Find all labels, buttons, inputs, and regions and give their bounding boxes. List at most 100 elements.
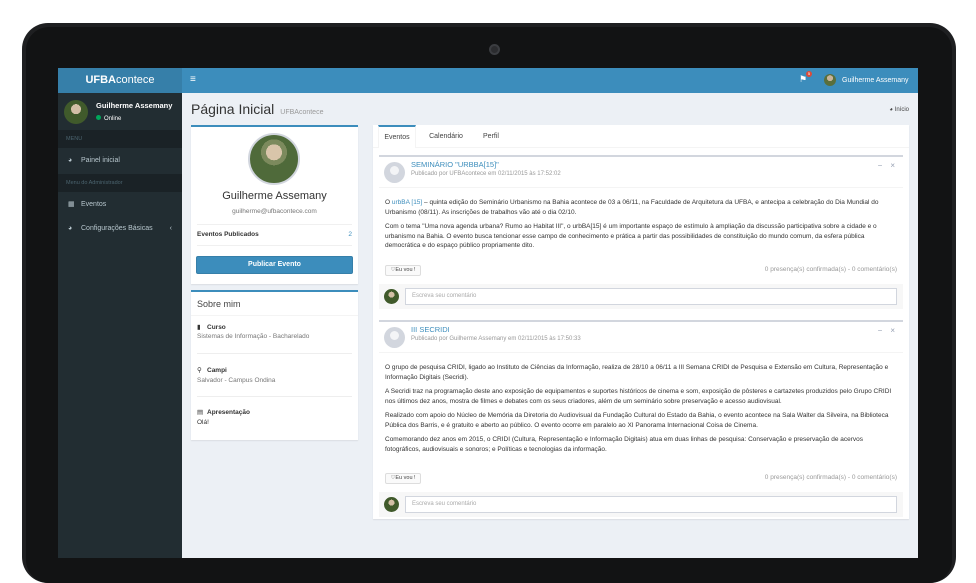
tab-eventos[interactable]: Eventos (378, 125, 416, 148)
comment-area: Escreva seu comentário (379, 284, 903, 309)
going-label: Eu vou ! (395, 475, 416, 481)
dashboard-icon: ◕ (68, 157, 73, 164)
avatar (384, 289, 399, 304)
top-navbar: UFBAcontece ≡ ⚑ 5 Guilherme Assemany (58, 68, 918, 93)
chevron-left-icon: ‹ (169, 225, 172, 232)
tab-calendario[interactable]: Calendário (421, 125, 471, 148)
post-meta: Publicado por UFBAcontece em 02/11/2015 … (411, 171, 561, 177)
about-title: Sobre mim (197, 299, 241, 309)
sidebar-item-label: Painel inicial (81, 157, 120, 164)
online-status: Online (96, 115, 172, 122)
sidebar-item-eventos[interactable]: ▦ Eventos (58, 194, 182, 216)
post-stats: 0 presença(s) confirmada(s) - 0 comentár… (764, 474, 897, 481)
post-paragraph: O urbBA [15] – quinta edição do Seminári… (385, 198, 899, 217)
text: – quinta edição do Seminário Urbanismo n… (385, 199, 879, 216)
publish-event-button[interactable]: Publicar Evento (196, 256, 353, 274)
divider (379, 187, 903, 188)
post-tools: − × (870, 161, 895, 170)
intro-value: Olá! (197, 419, 209, 426)
events-tabs-panel: Eventos Calendário Perfil SEMINÁRIO "URB… (373, 125, 909, 519)
close-icon[interactable]: × (890, 326, 895, 335)
tab-bar: Eventos Calendário Perfil (373, 125, 909, 148)
tab-perfil[interactable]: Perfil (475, 125, 507, 148)
post-paragraph: A Secridi traz na programação deste ano … (385, 388, 892, 405)
book-icon: ▮ (197, 324, 201, 331)
campus-label: ⚲ Campi (197, 366, 227, 374)
post-paragraph: O grupo de pesquisa CRIDI, ligado ao Ins… (385, 364, 889, 381)
profile-name: Guilherme Assemany (222, 190, 327, 202)
going-button[interactable]: ♡Eu vou ! (385, 473, 421, 484)
sidebar-header-menu: MENU (58, 130, 182, 148)
sidebar-item-configuracoes[interactable]: ◕ Configurações Básicas ‹ (58, 218, 182, 240)
logo-bold-text: UFBA (85, 74, 117, 86)
sidebar-item-painel[interactable]: ◕ Painel inicial (58, 150, 182, 172)
about-card: Sobre mim ▮ Curso Sistemas de Informação … (191, 290, 358, 440)
page-subtitle: UFBAcontece (280, 109, 324, 116)
page-title: Página Inicial (191, 101, 275, 117)
map-marker-icon: ⚲ (197, 367, 202, 374)
profile-email: guilherme@ufbacontece.com (232, 208, 317, 215)
course-label-text: Curso (207, 324, 226, 331)
post-body: O urbBA [15] – quinta edição do Seminári… (385, 198, 899, 256)
sidebar-item-label: Eventos (81, 201, 107, 208)
breadcrumb[interactable]: ◕ Início (889, 107, 909, 113)
post-paragraph: Realizado com apoio do Núcleo de Memória… (385, 412, 889, 429)
sidebar-item-label: Configurações Básicas (81, 225, 153, 232)
sidebar-header-admin: Menu do Administrador (58, 174, 182, 192)
published-count[interactable]: 2 (348, 231, 352, 238)
avatar (64, 100, 88, 124)
close-icon[interactable]: × (890, 161, 895, 170)
user-menu[interactable]: Guilherme Assemany (824, 74, 909, 86)
post-paragraph: Com o tema "Uma nova agenda urbana? Rumo… (385, 223, 877, 249)
status-label: Online (104, 116, 122, 122)
post-body: O grupo de pesquisa CRIDI, ligado ao Ins… (385, 363, 899, 459)
calendar-icon: ▦ (68, 201, 75, 208)
campus-label-text: Campi (207, 367, 227, 374)
event-link[interactable]: urbBA [15] (392, 199, 422, 206)
intro-label-text: Apresentação (207, 409, 250, 416)
divider (191, 315, 358, 316)
avatar (824, 74, 836, 86)
divider (197, 224, 352, 225)
content-header: Página Inicial UFBAcontece (191, 101, 323, 117)
sidebar-user-panel: Guilherme Assemany Online (64, 100, 172, 124)
user-placeholder-icon (384, 327, 405, 348)
sidebar-user-name: Guilherme Assemany (96, 101, 173, 110)
post-stats: 0 presença(s) confirmada(s) - 0 comentár… (764, 266, 897, 273)
minus-icon[interactable]: − (878, 161, 883, 170)
post-title[interactable]: III SECRIDI (411, 325, 450, 334)
notification-badge: 5 (806, 71, 812, 77)
breadcrumb-home: Início (894, 107, 909, 113)
post-paragraph: Comemorando dez anos em 2015, o CRIDI (C… (385, 436, 864, 453)
divider (197, 245, 352, 246)
intro-label: ▤ Apresentação (197, 408, 250, 416)
user-placeholder-icon (384, 162, 405, 183)
event-post: III SECRIDI Publicado por Guilherme Asse… (379, 320, 903, 517)
hamburger-icon[interactable]: ≡ (190, 74, 196, 86)
comment-input[interactable]: Escreva seu comentário (405, 496, 897, 513)
post-title[interactable]: SEMINÁRIO "URBBA[15]" (411, 160, 499, 169)
post-tools: − × (870, 326, 895, 335)
app-logo[interactable]: UFBAcontece (58, 68, 182, 93)
campus-value: Salvador - Campus Ondina (197, 377, 276, 384)
avatar (384, 497, 399, 512)
divider (197, 396, 352, 397)
going-button[interactable]: ♡Eu vou ! (385, 265, 421, 276)
header-user-name: Guilherme Assemany (842, 76, 909, 84)
comment-input[interactable]: Escreva seu comentário (405, 288, 897, 305)
profile-card: Guilherme Assemany guilherme@ufbacontece… (191, 125, 358, 284)
minus-icon[interactable]: − (878, 326, 883, 335)
app-screen: UFBAcontece ≡ ⚑ 5 Guilherme Assemany Gui… (58, 68, 918, 558)
sidebar: Guilherme Assemany Online MENU ◕ Painel i… (58, 93, 182, 558)
text: O (385, 199, 392, 206)
camera-icon (489, 44, 500, 55)
logo-rest-text: contece (116, 74, 155, 86)
published-label: Eventos Publicados (197, 231, 259, 238)
divider (379, 352, 903, 353)
course-label: ▮ Curso (197, 323, 226, 331)
going-label: Eu vou ! (395, 267, 416, 273)
event-post: SEMINÁRIO "URBBA[15]" Publicado por UFBA… (379, 155, 903, 309)
post-meta: Publicado por Guilherme Assemany em 02/1… (411, 336, 581, 342)
online-dot-icon (96, 115, 101, 120)
file-text-icon: ▤ (197, 409, 204, 416)
